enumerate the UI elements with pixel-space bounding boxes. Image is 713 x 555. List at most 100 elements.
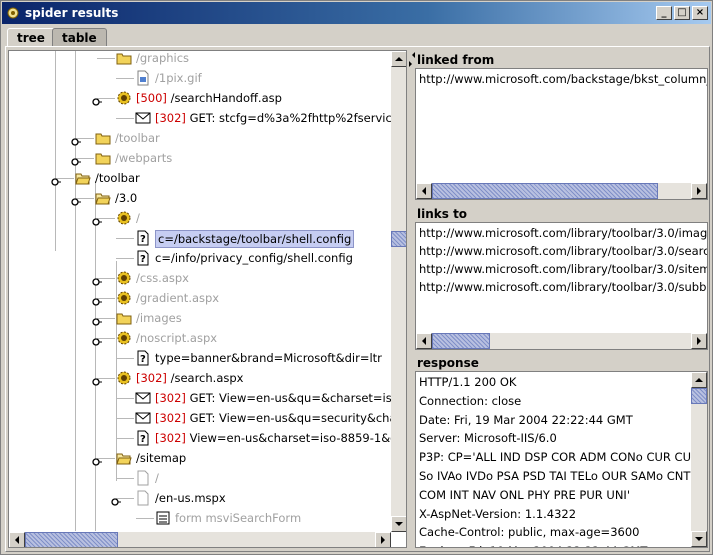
expand-handle-icon[interactable] [92, 314, 102, 326]
tree-node-label[interactable]: [302] /search.aspx [136, 368, 243, 388]
expand-handle-icon[interactable] [92, 374, 102, 386]
split-pane-divider[interactable] [408, 50, 415, 548]
tree-node[interactable]: [302] GET: stcfg=d%3a%2fhttp%2fservices% [9, 108, 391, 128]
tree-node[interactable]: ? c=/backstage/toolbar/shell.config [9, 228, 391, 248]
expand-handle-icon[interactable] [111, 494, 121, 506]
scroll-thumb[interactable] [691, 388, 707, 404]
list-item[interactable]: http://www.microsoft.com/library/toolbar… [419, 278, 707, 296]
expand-handle-icon[interactable] [92, 94, 102, 106]
scroll-right-button[interactable] [691, 183, 707, 199]
tree-node-label[interactable]: /1pix.gif [155, 68, 202, 88]
response-vertical-scrollbar[interactable] [691, 372, 707, 547]
expand-handle-icon[interactable] [71, 154, 81, 166]
tab-table[interactable]: table [52, 28, 107, 47]
tree-node[interactable]: ? type=banner&brand=Microsoft&dir=ltr [9, 348, 391, 368]
expand-handle-icon[interactable] [51, 174, 61, 186]
expand-handle-icon[interactable] [71, 194, 81, 206]
pane-divider[interactable] [415, 351, 708, 354]
tree-node-label[interactable]: [302] GET: View=en-us&qu=security&charse… [155, 408, 391, 428]
list-item[interactable]: http://www.microsoft.com/library/toolbar… [419, 224, 707, 242]
tree-node-label[interactable]: /webparts [115, 148, 172, 168]
tree-node[interactable]: /sitemap [9, 448, 391, 468]
expand-handle-icon[interactable] [71, 134, 81, 146]
tree-node[interactable]: [500] /searchHandoff.asp [9, 88, 391, 108]
scroll-thumb[interactable] [432, 183, 658, 199]
tree-node[interactable]: [302] /search.aspx [9, 368, 391, 388]
tree-node-label[interactable]: c=/backstage/toolbar/shell.config [155, 230, 355, 248]
tree-node[interactable]: ? c=/info/privacy_config/shell.config [9, 248, 391, 268]
expand-handle-icon[interactable] [92, 214, 102, 226]
tree-node[interactable]: /css.aspx [9, 268, 391, 288]
tree-node[interactable]: /3.0 [9, 188, 391, 208]
tree-node-label[interactable]: /toolbar [95, 168, 140, 188]
tree-node[interactable]: /en-us.mspx [9, 488, 391, 508]
tree-node-label[interactable]: [302] GET: stcfg=d%3a%2fhttp%2fservices% [155, 108, 391, 128]
tree-node-label[interactable]: /gradient.aspx [136, 288, 219, 308]
tree-node-label[interactable]: /sitemap [136, 448, 186, 468]
tree-vertical-scrollbar[interactable] [391, 51, 406, 532]
results-tree[interactable]: /graphics/1pix.gif [500] /searchHandoff.a… [8, 50, 407, 548]
scroll-down-button[interactable] [391, 516, 406, 532]
tree-node-label[interactable]: [302] GET: View=en-us&qu=&charset=iso-88 [155, 388, 391, 408]
expand-handle-icon[interactable] [92, 454, 102, 466]
tree-node-label[interactable]: / [155, 468, 159, 488]
tree-node[interactable]: / [9, 468, 391, 488]
tree-node[interactable]: form msviSearchForm [9, 508, 391, 528]
scroll-left-button[interactable] [9, 532, 25, 547]
tree-node[interactable]: /graphics [9, 51, 391, 68]
scroll-right-button[interactable] [375, 532, 391, 547]
tree-node[interactable]: / [9, 208, 391, 228]
tree-horizontal-scrollbar[interactable] [9, 532, 391, 547]
scroll-up-button[interactable] [391, 51, 406, 67]
links-to-horizontal-scrollbar[interactable] [416, 333, 707, 349]
tree-node-label[interactable]: /en-us.mspx [155, 488, 226, 508]
scroll-up-button[interactable] [691, 372, 707, 388]
tree-viewport[interactable]: /graphics/1pix.gif [500] /searchHandoff.a… [9, 51, 391, 532]
scroll-down-button[interactable] [691, 531, 707, 547]
linked-from-list[interactable]: http://www.microsoft.com/backstage/bkst_… [415, 68, 708, 200]
tree-node[interactable]: /toolbar [9, 128, 391, 148]
tree-node-label[interactable]: / [136, 208, 140, 228]
list-item[interactable]: http://www.microsoft.com/backstage/bkst_… [419, 70, 707, 88]
minimize-button[interactable]: _ [656, 6, 672, 20]
tree-node[interactable]: /webparts [9, 148, 391, 168]
list-item[interactable]: http://www.microsoft.com/library/toolbar… [419, 242, 707, 260]
response-text-area[interactable]: HTTP/1.1 200 OK Connection: close Date: Fr… [415, 371, 708, 548]
tree-node-label[interactable]: /toolbar [115, 128, 160, 148]
title-bar[interactable]: spider results _ □ × [2, 2, 711, 24]
tree-node-label[interactable]: form msviSearchForm [175, 508, 301, 528]
maximize-button[interactable]: □ [674, 6, 690, 20]
tree-node[interactable]: /noscript.aspx [9, 328, 391, 348]
links-to-list[interactable]: http://www.microsoft.com/library/toolbar… [415, 222, 708, 350]
scroll-thumb[interactable] [391, 231, 406, 247]
tree-node-label[interactable]: /3.0 [115, 188, 137, 208]
tree-node[interactable]: [302] GET: View=en-us&qu=&charset=iso-88 [9, 388, 391, 408]
tree-node[interactable]: ? [302] View=en-us&charset=iso-8859-1&qu= [9, 428, 391, 448]
scroll-left-button[interactable] [416, 183, 432, 199]
scroll-right-button[interactable] [691, 333, 707, 349]
scroll-left-button[interactable] [416, 333, 432, 349]
close-button[interactable]: × [692, 6, 708, 20]
tree-node-label[interactable]: type=banner&brand=Microsoft&dir=ltr [155, 348, 382, 368]
tree-node[interactable]: /toolbar [9, 168, 391, 188]
tree-node[interactable]: [302] GET: View=en-us&qu=security&charse… [9, 408, 391, 428]
tree-node-label[interactable]: /images [136, 308, 182, 328]
tree-node[interactable]: /1pix.gif [9, 68, 391, 88]
scroll-thumb[interactable] [25, 532, 118, 547]
tree-node-label[interactable]: [500] /searchHandoff.asp [136, 88, 282, 108]
pane-divider[interactable] [415, 201, 708, 204]
expand-handle-icon[interactable] [92, 294, 102, 306]
tree-node-label[interactable]: /css.aspx [136, 268, 189, 288]
tree-node-label[interactable]: /noscript.aspx [136, 328, 217, 348]
tree-node[interactable]: /gradient.aspx [9, 288, 391, 308]
tree-node-label[interactable]: [302] View=en-us&charset=iso-8859-1&qu= [155, 428, 391, 448]
tree-node-label[interactable]: /graphics [136, 51, 189, 68]
tab-tree[interactable]: tree [7, 28, 55, 47]
expand-handle-icon[interactable] [92, 334, 102, 346]
linked-from-horizontal-scrollbar[interactable] [416, 183, 707, 199]
list-item[interactable]: http://www.microsoft.com/library/toolbar… [419, 260, 707, 278]
tree-node[interactable]: /images [9, 308, 391, 328]
tree-node-label[interactable]: c=/info/privacy_config/shell.config [155, 248, 353, 268]
expand-handle-icon[interactable] [92, 274, 102, 286]
scroll-thumb[interactable] [432, 333, 490, 349]
